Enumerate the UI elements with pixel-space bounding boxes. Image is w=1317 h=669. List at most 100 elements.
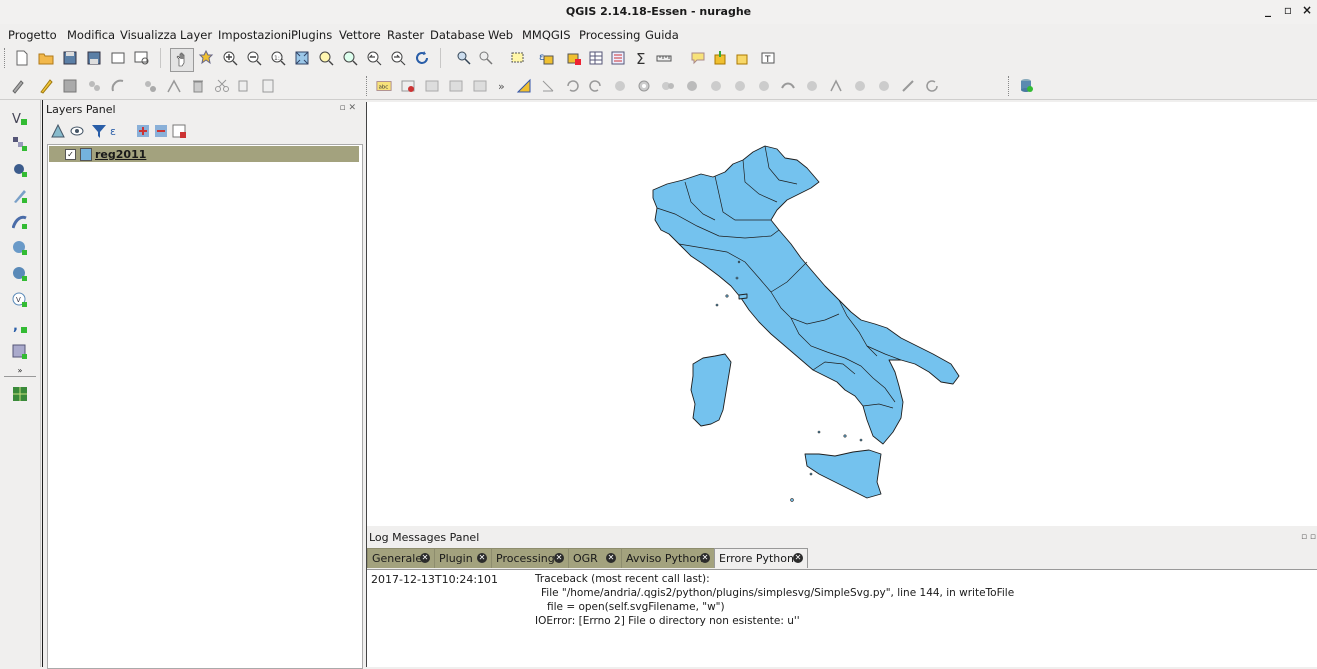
move-label-icon[interactable] bbox=[472, 78, 488, 94]
add-delimited-text-icon[interactable]: , bbox=[12, 318, 28, 334]
toggle-editing-icon[interactable] bbox=[38, 78, 54, 94]
merge-attributes-icon[interactable] bbox=[876, 78, 892, 94]
close-tab-icon[interactable]: ✕ bbox=[554, 553, 564, 563]
add-feature-icon[interactable] bbox=[86, 78, 102, 94]
add-raster-layer-icon[interactable] bbox=[12, 136, 28, 152]
show-hide-labels-icon[interactable] bbox=[448, 78, 464, 94]
close-tab-icon[interactable]: ✕ bbox=[477, 553, 487, 563]
menu-plugins[interactable]: Plugins bbox=[291, 28, 332, 42]
measure-icon[interactable] bbox=[656, 50, 672, 66]
layer-row-reg2011[interactable]: ✓ reg2011 bbox=[49, 146, 359, 162]
menu-mmqgis[interactable]: MMQGIS bbox=[522, 28, 571, 42]
zoom-to-selection-icon[interactable] bbox=[318, 50, 334, 66]
menu-processing[interactable]: Processing bbox=[579, 28, 640, 42]
offset-curve-icon[interactable] bbox=[780, 78, 796, 94]
save-project-icon[interactable] bbox=[62, 50, 78, 66]
refresh-icon[interactable] bbox=[414, 50, 430, 66]
pin-labels-icon[interactable] bbox=[400, 78, 416, 94]
show-bookmarks-icon[interactable] bbox=[734, 50, 750, 66]
label-toolbar-icon[interactable]: abc bbox=[376, 78, 394, 94]
attribute-table-icon[interactable] bbox=[588, 50, 604, 66]
menu-vettore[interactable]: Vettore bbox=[339, 28, 381, 42]
filter-legend-icon[interactable] bbox=[91, 123, 106, 138]
change-label-icon[interactable] bbox=[516, 78, 532, 94]
new-project-icon[interactable] bbox=[14, 50, 30, 66]
split-features-icon[interactable] bbox=[804, 78, 820, 94]
open-project-icon[interactable] bbox=[38, 50, 54, 66]
georeferencer-icon[interactable] bbox=[12, 386, 28, 402]
digitize-angle-icon[interactable] bbox=[540, 78, 556, 94]
remove-layer-icon[interactable] bbox=[171, 123, 186, 138]
reshape-icon[interactable] bbox=[756, 78, 772, 94]
cut-features-icon[interactable] bbox=[214, 78, 230, 94]
zoom-last-icon[interactable] bbox=[366, 50, 382, 66]
tab-processing[interactable]: Processing ✕ bbox=[491, 548, 569, 568]
rotate-label-icon[interactable]: » bbox=[496, 78, 512, 94]
select-features-icon[interactable] bbox=[510, 50, 526, 66]
menu-visualizza[interactable]: Visualizza bbox=[120, 28, 177, 42]
statistics-icon[interactable]: Σ bbox=[634, 50, 650, 66]
add-postgis-layer-icon[interactable] bbox=[12, 162, 28, 178]
manage-visibility-icon[interactable] bbox=[69, 123, 84, 136]
add-wms-layer-icon[interactable] bbox=[12, 240, 28, 256]
rotate-point-icon[interactable] bbox=[900, 78, 916, 94]
close-tab-icon[interactable]: ✕ bbox=[420, 553, 430, 563]
deselect-icon[interactable] bbox=[566, 50, 582, 66]
composer-manager-icon[interactable] bbox=[134, 50, 150, 66]
new-bookmark-icon[interactable] bbox=[712, 50, 728, 66]
move-feature-icon[interactable] bbox=[142, 78, 158, 94]
add-vector-layer-icon[interactable]: V bbox=[12, 110, 28, 126]
layer-visibility-checkbox[interactable]: ✓ bbox=[65, 149, 76, 160]
zoom-in-icon[interactable] bbox=[222, 50, 238, 66]
expand-all-icon[interactable] bbox=[135, 123, 149, 137]
identify-icon[interactable] bbox=[456, 50, 472, 66]
redo-icon[interactable] bbox=[588, 78, 604, 94]
add-ring-icon[interactable] bbox=[636, 78, 652, 94]
pan-icon[interactable] bbox=[170, 48, 194, 72]
undo-icon[interactable] bbox=[564, 78, 580, 94]
rotate-feature-icon[interactable] bbox=[924, 78, 940, 94]
merge-selected-icon[interactable] bbox=[852, 78, 868, 94]
text-annotation-icon[interactable]: T bbox=[760, 50, 776, 66]
close-tab-icon[interactable]: ✕ bbox=[700, 553, 710, 563]
menu-progetto[interactable]: Progetto bbox=[8, 28, 57, 42]
menu-impostazioni[interactable]: Impostazioni bbox=[218, 28, 291, 42]
maximize-button[interactable]: ▫ bbox=[1281, 3, 1295, 17]
menu-raster[interactable]: Raster bbox=[387, 28, 424, 42]
add-virtual-layer-icon[interactable] bbox=[12, 344, 28, 360]
db-manager-icon[interactable] bbox=[1018, 77, 1034, 93]
log-text-area[interactable]: 2017-12-13T10:24:101 Traceback (most rec… bbox=[367, 570, 1317, 667]
simplify-icon[interactable] bbox=[612, 78, 628, 94]
highlight-pinned-icon[interactable] bbox=[424, 78, 440, 94]
toolbar-grip[interactable] bbox=[4, 48, 8, 68]
save-edits-icon[interactable] bbox=[62, 78, 78, 94]
add-part-icon[interactable] bbox=[660, 78, 676, 94]
delete-ring-icon[interactable] bbox=[708, 78, 724, 94]
close-tab-icon[interactable]: ✕ bbox=[606, 553, 616, 563]
menu-layer[interactable]: Layer bbox=[180, 28, 212, 42]
add-circular-string-icon[interactable] bbox=[110, 78, 126, 94]
panel-float-close-icon[interactable]: ▫ ✕ bbox=[339, 103, 356, 113]
fill-ring-icon[interactable] bbox=[684, 78, 700, 94]
open-layer-styling-icon[interactable] bbox=[50, 123, 65, 138]
add-mssql-layer-icon[interactable] bbox=[12, 214, 28, 230]
copy-features-icon[interactable] bbox=[236, 78, 252, 94]
toolbar-grip[interactable] bbox=[1008, 76, 1012, 96]
minimize-button[interactable]: _ bbox=[1261, 3, 1275, 17]
tab-generale[interactable]: Generale ✕ bbox=[367, 548, 435, 568]
add-spatialite-layer-icon[interactable] bbox=[12, 188, 28, 204]
zoom-native-icon[interactable]: 1:1 bbox=[270, 50, 286, 66]
menu-modifica[interactable]: Modifica bbox=[67, 28, 115, 42]
field-calculator-icon[interactable] bbox=[610, 50, 626, 66]
select-by-expression-icon[interactable]: ε bbox=[538, 50, 554, 66]
toolbar-grip[interactable] bbox=[366, 76, 370, 96]
save-as-icon[interactable] bbox=[86, 50, 102, 66]
zoom-out-icon[interactable] bbox=[246, 50, 262, 66]
action-icon[interactable] bbox=[478, 50, 494, 66]
tab-ogr[interactable]: OGR ✕ bbox=[568, 548, 622, 568]
filter-by-expression-icon[interactable]: ε bbox=[109, 123, 123, 138]
map-canvas[interactable] bbox=[366, 102, 1317, 526]
collapse-all-icon[interactable] bbox=[153, 123, 167, 137]
node-tool-icon[interactable] bbox=[166, 78, 182, 94]
tab-avviso-python[interactable]: Avviso Python ✕ bbox=[621, 548, 715, 568]
